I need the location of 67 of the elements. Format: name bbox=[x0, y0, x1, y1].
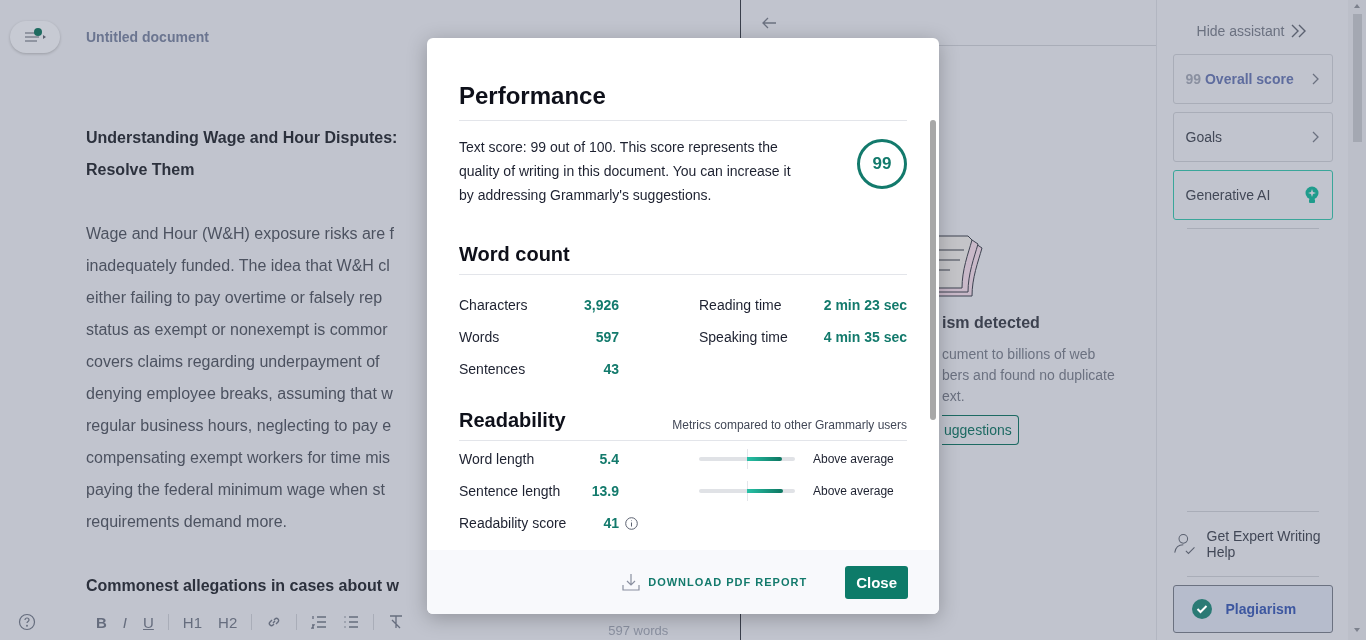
stat-value: 597 bbox=[594, 328, 619, 347]
paragraph-line: paying the federal minimum wage when st bbox=[86, 480, 385, 500]
metric-rating: Above average bbox=[813, 484, 895, 498]
metric-rating: Above average bbox=[813, 452, 895, 466]
result-text: ext. bbox=[942, 387, 966, 406]
heading-button[interactable]: H2 bbox=[216, 613, 240, 631]
section-title: Word count bbox=[459, 243, 570, 266]
stat-label: Characters bbox=[459, 296, 529, 315]
stat-value: 4 min 35 sec bbox=[823, 328, 907, 347]
expert-help-button[interactable]: Get Expert Writing Help bbox=[1172, 512, 1333, 576]
metrics-note: Metrics compared to other Grammarly users bbox=[672, 418, 907, 432]
generative-ai-card[interactable]: Generative AI bbox=[1172, 170, 1333, 220]
goals-card[interactable]: Goals bbox=[1172, 112, 1333, 162]
paragraph-line: covers claims regarding underpayment of bbox=[86, 352, 380, 372]
metric-label: Readability score bbox=[459, 514, 568, 533]
download-report-button[interactable]: DOWNLOAD PDF REPORT bbox=[616, 572, 814, 592]
stat-value: 43 bbox=[602, 360, 619, 379]
help-icon bbox=[18, 613, 36, 631]
suggestions-button[interactable]: uggestions bbox=[942, 415, 1019, 445]
plagiarism-button[interactable]: Plagiarism bbox=[1172, 585, 1333, 633]
underline-button[interactable]: U bbox=[141, 613, 156, 631]
heading-button[interactable]: H1 bbox=[180, 613, 205, 631]
document-heading: Resolve Them bbox=[86, 160, 195, 180]
dialog-title: Performance bbox=[459, 82, 907, 121]
metric-value: 5.4 bbox=[598, 450, 619, 469]
result-title: ism detected bbox=[942, 314, 1041, 332]
paragraph-line: status as exempt or nonexempt is commor bbox=[86, 320, 388, 340]
stat-label: Words bbox=[459, 328, 501, 347]
stat-label: Reading time bbox=[699, 296, 782, 315]
paragraph-line: compensating exempt workers for time mis bbox=[86, 448, 391, 468]
checkmark-icon bbox=[1191, 599, 1212, 619]
chevron-right-icon bbox=[1311, 131, 1320, 143]
paragraph-line: requirements demand more. bbox=[86, 512, 287, 532]
close-button[interactable]: Close bbox=[845, 565, 908, 599]
score-description: Text score: 99 out of 100. This score represents the quality of writing in this document. You can increase it by addressing Grammarly's suggestions. bbox=[459, 138, 792, 205]
score-ring: 99 bbox=[857, 139, 907, 189]
paragraph-line: denying employee breaks, assuming that w bbox=[86, 384, 393, 404]
metric-label: Sentence length bbox=[459, 482, 562, 501]
document-heading: Understanding Wage and Hour Disputes: bbox=[86, 128, 398, 148]
bold-button[interactable]: B bbox=[94, 613, 109, 631]
paragraph-line: regular business hours, neglecting to pay e bbox=[86, 416, 392, 436]
stat-value: 2 min 23 sec bbox=[823, 296, 907, 315]
section-title: Readability bbox=[459, 409, 566, 432]
metric-value: 41 bbox=[602, 514, 619, 533]
document-title: Untitled document bbox=[86, 29, 209, 45]
hide-assistant-button[interactable]: Hide assistant bbox=[1190, 22, 1315, 40]
lightbulb-icon bbox=[1303, 186, 1320, 204]
paragraph-line: Wage and Hour (W&H) exposure risks are f bbox=[86, 224, 394, 244]
stat-label: Sentences bbox=[459, 360, 527, 379]
menu-button[interactable] bbox=[10, 21, 60, 53]
paragraph-line: inadequately funded. The idea that W&H cl bbox=[86, 256, 390, 276]
chevron-right-icon bbox=[1311, 73, 1320, 85]
metric-label: Word length bbox=[459, 450, 536, 469]
numbered-list-icon bbox=[311, 614, 328, 630]
stat-value: 3,926 bbox=[582, 296, 619, 315]
italic-button[interactable]: I bbox=[120, 613, 129, 631]
clear-format-icon bbox=[388, 614, 405, 630]
result-text: bers and found no duplicate bbox=[942, 366, 1116, 385]
stat-label: Speaking time bbox=[699, 328, 788, 347]
download-icon bbox=[622, 573, 641, 591]
bullet-list-icon bbox=[343, 614, 360, 630]
result-text: cument to billions of web bbox=[942, 345, 1097, 364]
metric-value: 13.9 bbox=[590, 482, 619, 501]
document-heading: Commonest allegations in cases about w bbox=[86, 576, 399, 596]
info-icon bbox=[625, 516, 638, 530]
paragraph-line: either failing to pay overtime or falsely rep bbox=[86, 288, 383, 308]
back-arrow-icon bbox=[761, 16, 777, 29]
